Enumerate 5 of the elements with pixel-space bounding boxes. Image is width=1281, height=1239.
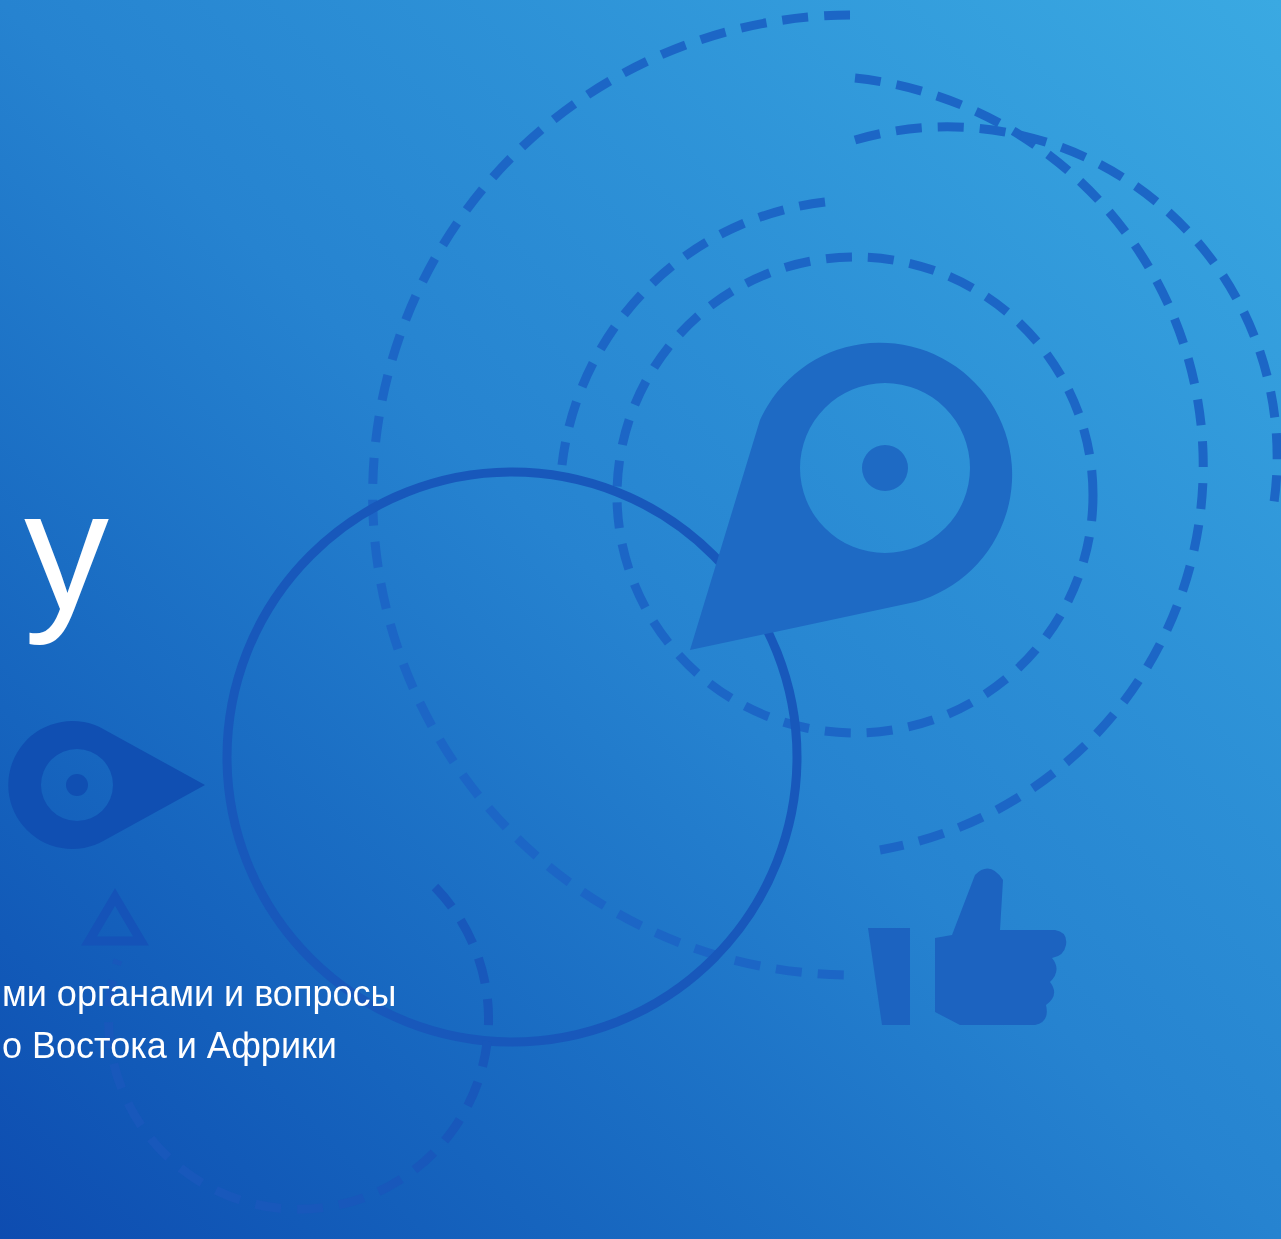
map-pin-icon: [8, 721, 205, 849]
thumbs-up-icon: [868, 868, 1067, 1025]
hero-subtitle: ми органами и вопросы о Востока и Африки: [1, 971, 397, 1068]
hero-title: у: [24, 455, 109, 648]
map-pin-icon: [690, 342, 1013, 650]
